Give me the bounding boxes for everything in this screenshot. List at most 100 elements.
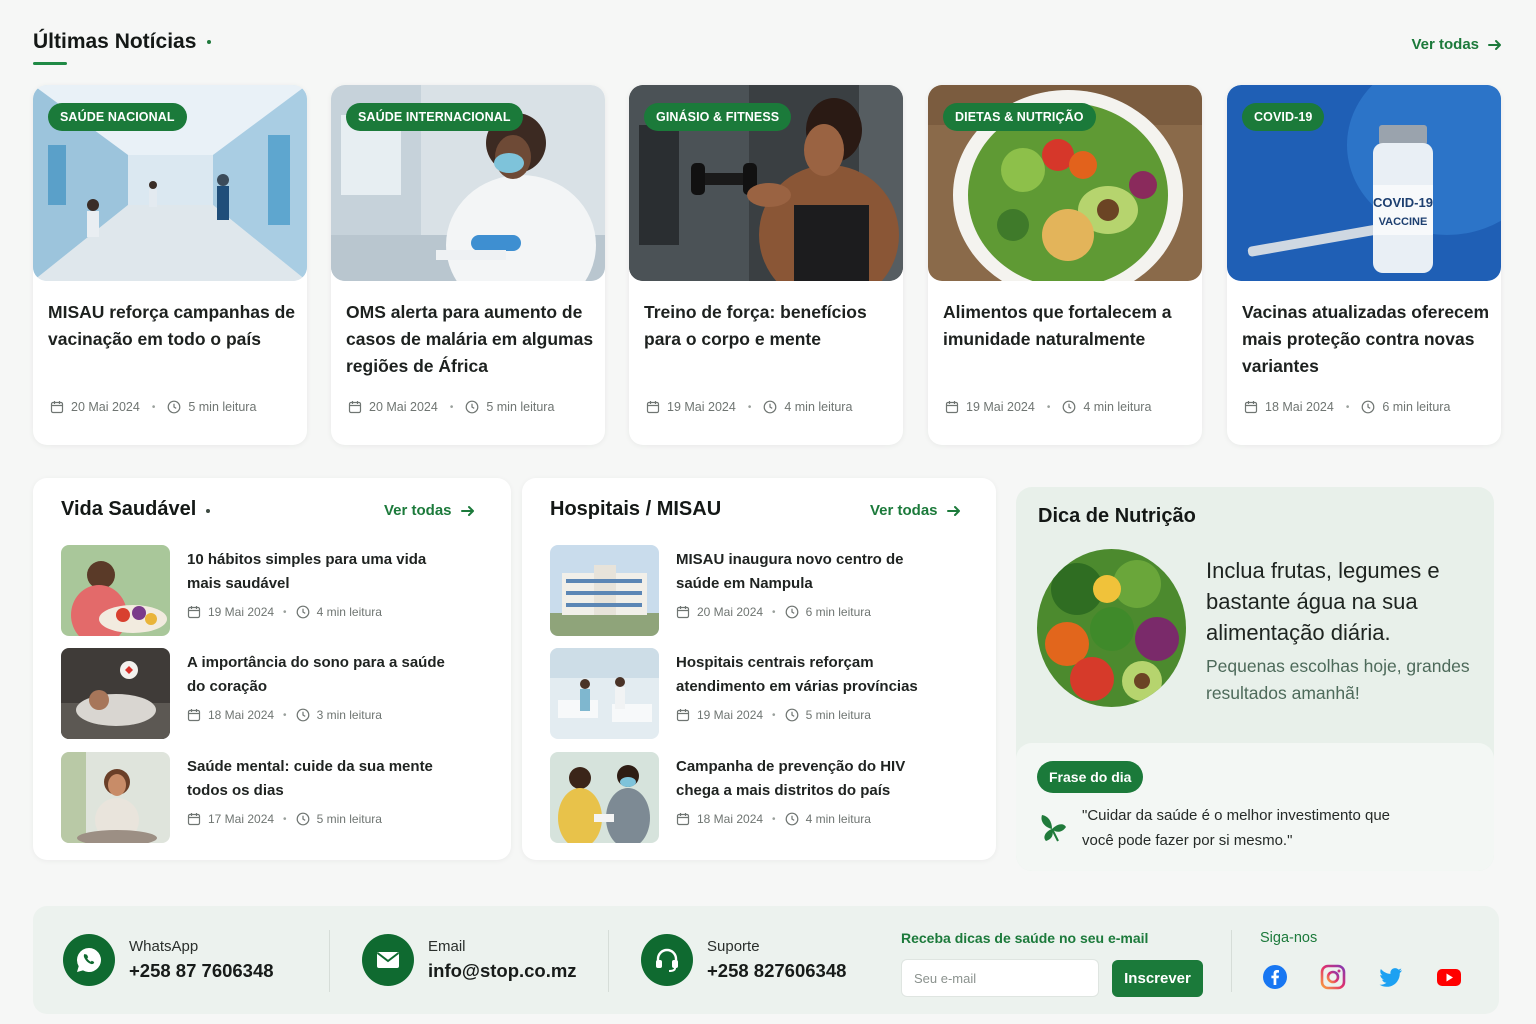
whatsapp-contact[interactable]: WhatsApp +258 87 7606348 bbox=[63, 932, 274, 988]
nutrition-tip-panel: Dica de Nutrição Inclua frutas, legumes … bbox=[1016, 487, 1494, 871]
arrow-right-icon bbox=[946, 505, 960, 516]
item-date: 17 Mai 2024 bbox=[208, 812, 275, 826]
card-title: OMS alerta para aumento de casos de malá… bbox=[346, 302, 594, 376]
calendar-icon bbox=[676, 606, 690, 619]
meta-separator: • bbox=[283, 813, 287, 825]
card-meta: 18 Mai 2024 • 6 min leitura bbox=[1244, 400, 1450, 414]
tip-text: Inclua frutas, legumes e bastante água n… bbox=[1206, 558, 1440, 645]
calendar-icon bbox=[187, 606, 201, 619]
whatsapp-icon bbox=[63, 934, 115, 986]
calendar-icon bbox=[945, 401, 959, 414]
twitter-icon[interactable] bbox=[1378, 964, 1404, 990]
divider bbox=[608, 930, 609, 992]
see-all-hospitals-link[interactable]: Ver todas bbox=[870, 502, 962, 519]
quote-text: "Cuidar da saúde é o melhor investimento… bbox=[1082, 807, 1391, 849]
latest-news-header: Últimas Notícias Ver todas bbox=[33, 28, 1503, 68]
see-all-label: Ver todas bbox=[384, 502, 452, 519]
list-item[interactable]: Saúde mental: cuide da sua mente todos o… bbox=[61, 752, 481, 846]
item-meta: 19 Mai 2024 • 5 min leitura bbox=[676, 708, 871, 722]
item-date: 19 Mai 2024 bbox=[208, 605, 275, 619]
arrow-right-icon bbox=[460, 505, 474, 516]
meta-separator: • bbox=[772, 709, 776, 721]
card-date: 19 Mai 2024 bbox=[667, 400, 736, 414]
hospitals-panel: Hospitais / MISAU Ver todas MISAU inaugu… bbox=[522, 478, 996, 860]
category-badge: DIETAS & NUTRIÇÃO bbox=[943, 103, 1096, 131]
panel-title: Hospitais / MISAU bbox=[550, 498, 722, 520]
item-read-time: 5 min leitura bbox=[805, 708, 871, 722]
item-meta: 18 Mai 2024 • 3 min leitura bbox=[187, 708, 382, 722]
meta-separator: • bbox=[747, 401, 752, 413]
see-all-healthy-link[interactable]: Ver todas bbox=[384, 502, 476, 519]
item-title: A importância do sono para a saúde do co… bbox=[187, 654, 445, 695]
youtube-icon[interactable] bbox=[1436, 964, 1462, 990]
clock-icon bbox=[785, 708, 798, 722]
see-all-latest-link[interactable]: Ver todas bbox=[1411, 36, 1503, 53]
item-meta: 18 Mai 2024 • 4 min leitura bbox=[676, 812, 871, 826]
news-card[interactable]: DIETAS & NUTRIÇÃO Alimentos que fortalec… bbox=[928, 85, 1202, 445]
thumb-hospital-ward bbox=[550, 648, 659, 739]
news-card[interactable]: SAÚDE INTERNACIONAL OMS alerta para aume… bbox=[331, 85, 605, 445]
clock-icon bbox=[785, 812, 798, 826]
list-item[interactable]: Hospitais centrais reforçam atendimento … bbox=[550, 648, 970, 742]
newsletter-email-input[interactable] bbox=[901, 959, 1099, 997]
list-item[interactable]: MISAU inaugura novo centro de saúde em N… bbox=[550, 545, 970, 639]
phrase-of-day-badge: Frase do dia bbox=[1037, 761, 1144, 793]
email-contact[interactable]: Email info@stop.co.mz bbox=[362, 932, 577, 988]
meta-separator: • bbox=[1046, 401, 1051, 413]
category-badge: SAÚDE NACIONAL bbox=[48, 103, 187, 131]
card-title: MISAU reforça campanhas de vacinação em … bbox=[48, 302, 296, 349]
quote-box: Frase do dia "Cuidar da saúde é o melhor… bbox=[1016, 743, 1494, 871]
meta-separator: • bbox=[1345, 401, 1350, 413]
meta-separator: • bbox=[283, 606, 287, 618]
list-item[interactable]: Campanha de prevenção do HIV chega a mai… bbox=[550, 752, 970, 846]
category-badge: GINÁSIO & FITNESS bbox=[644, 103, 792, 131]
card-meta: 19 Mai 2024 • 4 min leitura bbox=[646, 400, 852, 414]
card-read-time: 6 min leitura bbox=[1382, 400, 1451, 414]
card-image-woman-dumbbell: GINÁSIO & FITNESS bbox=[629, 85, 903, 281]
instagram-icon[interactable] bbox=[1320, 964, 1346, 990]
thumb-health-workers bbox=[550, 752, 659, 843]
vial-label-line1: COVID-19 bbox=[1373, 195, 1433, 210]
meta-separator: • bbox=[449, 401, 454, 413]
contact-value: +258 827606348 bbox=[707, 960, 847, 981]
list-item[interactable]: 10 hábitos simples para uma vida mais sa… bbox=[61, 545, 481, 639]
clock-icon bbox=[296, 605, 309, 619]
card-meta: 20 Mai 2024 • 5 min leitura bbox=[50, 400, 256, 414]
news-card[interactable]: GINÁSIO & FITNESS Treino de força: benef… bbox=[629, 85, 903, 445]
title-underline bbox=[33, 62, 67, 65]
title-dot bbox=[207, 40, 211, 44]
calendar-icon bbox=[50, 401, 64, 414]
list-item[interactable]: A importância do sono para a saúde do co… bbox=[61, 648, 481, 742]
card-date: 18 Mai 2024 bbox=[1265, 400, 1334, 414]
subscribe-button[interactable]: Inscrever bbox=[1112, 960, 1203, 997]
meta-separator: • bbox=[283, 709, 287, 721]
tip-title: Dica de Nutrição bbox=[1038, 505, 1196, 527]
calendar-icon bbox=[676, 813, 690, 826]
support-contact[interactable]: Suporte +258 827606348 bbox=[641, 932, 846, 988]
thumb-woman-vegetables bbox=[61, 545, 170, 636]
calendar-icon bbox=[1244, 401, 1258, 414]
item-meta: 19 Mai 2024 • 4 min leitura bbox=[187, 605, 382, 619]
item-read-time: 5 min leitura bbox=[316, 812, 382, 826]
card-title: Vacinas atualizadas oferecem mais proteç… bbox=[1242, 302, 1490, 376]
clock-icon bbox=[785, 605, 798, 619]
facebook-icon[interactable] bbox=[1262, 964, 1288, 990]
news-card[interactable]: COVID-19 VACCINE COVID-19 Vacinas atuali… bbox=[1227, 85, 1501, 445]
item-title: MISAU inaugura novo centro de saúde em N… bbox=[676, 551, 904, 592]
card-image-doctor-lab: SAÚDE INTERNACIONAL bbox=[331, 85, 605, 281]
thumb-health-center-building bbox=[550, 545, 659, 636]
meta-separator: • bbox=[151, 401, 156, 413]
see-all-label: Ver todas bbox=[1411, 36, 1479, 53]
card-image-salad-bowl: DIETAS & NUTRIÇÃO bbox=[928, 85, 1202, 281]
tip-subtext: Pequenas escolhas hoje, grandes resultad… bbox=[1206, 656, 1470, 703]
item-date: 19 Mai 2024 bbox=[697, 708, 764, 722]
contact-label: Email bbox=[428, 938, 466, 955]
item-title: 10 hábitos simples para uma vida mais sa… bbox=[187, 551, 427, 592]
news-card[interactable]: SAÚDE NACIONAL MISAU reforça campanhas d… bbox=[33, 85, 307, 445]
title-dot bbox=[206, 509, 210, 513]
contact-label: WhatsApp bbox=[129, 938, 199, 955]
panel-title: Vida Saudável bbox=[61, 498, 197, 520]
clock-icon bbox=[1361, 400, 1375, 414]
card-read-time: 5 min leitura bbox=[486, 400, 555, 414]
item-meta: 20 Mai 2024 • 6 min leitura bbox=[676, 605, 871, 619]
